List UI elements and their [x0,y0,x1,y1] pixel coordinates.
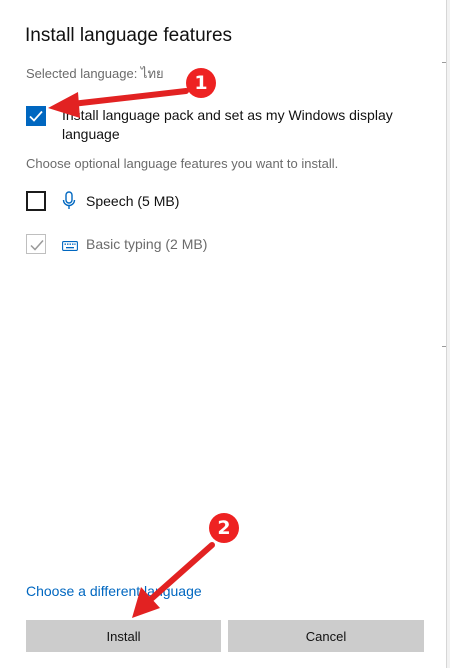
microphone-icon [62,191,76,216]
window-edge-tick [442,62,446,63]
language-pack-label[interactable]: Install language pack and set as my Wind… [62,106,412,144]
annotation-badge-1: 1 [186,68,216,98]
checkmark-icon [29,110,43,122]
install-language-dialog: Install language features Selected langu… [0,0,447,668]
window-edge-tick [442,346,446,347]
speech-checkbox[interactable] [26,191,46,211]
basic-typing-label: Basic typing (2 MB) [86,236,208,252]
dialog-title: Install language features [25,25,233,46]
keyboard-icon [62,238,78,256]
cancel-button[interactable]: Cancel [228,620,424,652]
checkmark-icon [30,240,44,251]
choose-different-language-link[interactable]: Choose a different language [26,583,202,599]
optional-features-heading: Choose optional language features you wa… [26,156,339,171]
install-button[interactable]: Install [26,620,221,652]
language-pack-checkbox[interactable] [26,106,46,126]
speech-label[interactable]: Speech (5 MB) [86,193,179,209]
basic-typing-checkbox [26,234,46,254]
annotation-badge-2: 2 [209,513,239,543]
selected-language-label: Selected language: ไทย [26,66,164,81]
